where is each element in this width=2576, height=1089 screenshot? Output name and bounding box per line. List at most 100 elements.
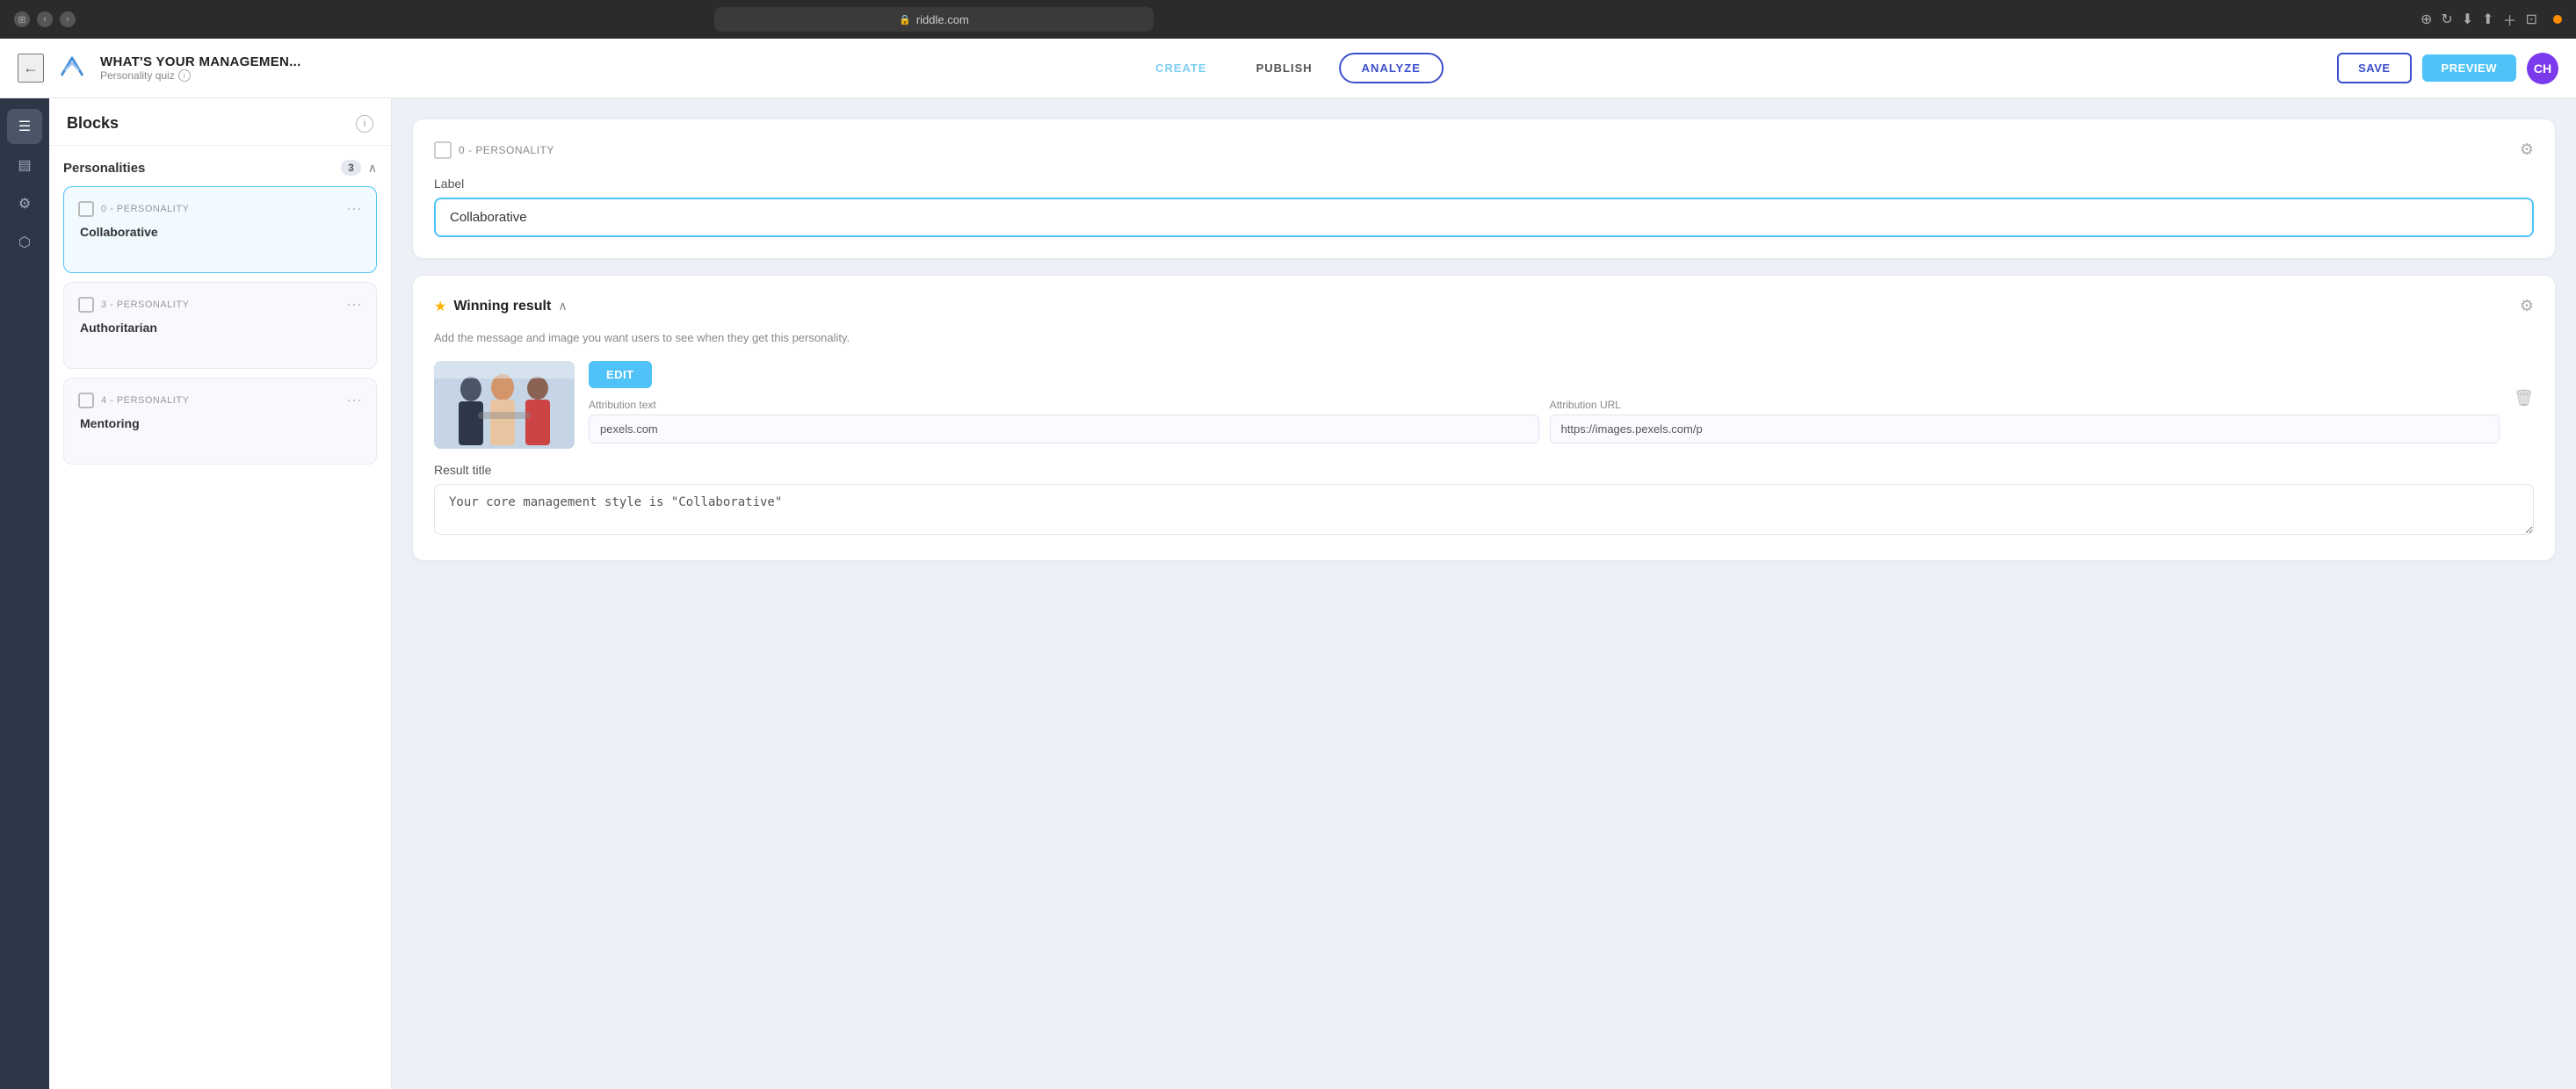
personality-card-mentoring[interactable]: 4 - PERSONALITY ··· Mentoring (63, 378, 377, 465)
back-btn[interactable]: ‹ (37, 11, 53, 27)
logo-icon (54, 51, 90, 86)
layers-icon: ▤ (18, 156, 31, 174)
card-name-mentoring: Mentoring (78, 416, 362, 430)
winning-result-title: Winning result (453, 299, 551, 314)
preview-button[interactable]: PREVIEW (2422, 54, 2516, 82)
analytics-icon: ⬡ (18, 234, 31, 251)
card-label-row-auth: 3 - PERSONALITY (78, 297, 189, 313)
card-block-tag: 0 - PERSONALITY (459, 144, 554, 156)
windows-icon[interactable]: ⊡ (2526, 11, 2537, 28)
forward-btn[interactable]: › (60, 11, 76, 27)
personality-card-authoritarian[interactable]: 3 - PERSONALITY ··· Authoritarian (63, 282, 377, 369)
personalities-count-badge: 3 (341, 160, 361, 176)
label-field-label: Label (434, 177, 2534, 191)
card-menu-collaborative[interactable]: ··· (346, 199, 362, 218)
sidebar-icons: ☰ ▤ ⚙ ⬡ (0, 98, 49, 1089)
settings-icon: ⚙ (18, 195, 31, 213)
result-image (434, 361, 575, 449)
chevron-up-icon: ∧ (368, 161, 377, 176)
wr-description: Add the message and image you want users… (434, 329, 2534, 347)
personality-card-collaborative[interactable]: 0 - PERSONALITY ··· Collaborative (63, 186, 377, 273)
attribution-url-field: Attribution URL (1550, 399, 2500, 444)
main-content: 0 - PERSONALITY ⚙ Label ★ Winning result… (392, 98, 2576, 1089)
nav-analyze-btn[interactable]: ANALYZE (1339, 53, 1444, 83)
sidebar-blocks-btn[interactable]: ☰ (7, 109, 42, 144)
card-menu-authoritarian[interactable]: ··· (346, 295, 362, 314)
project-info: WHAT'S YOUR MANAGEMEN... Personality qui… (100, 54, 301, 82)
header-right: SAVE PREVIEW CH (2337, 53, 2558, 84)
wr-chevron-icon[interactable]: ∧ (558, 299, 567, 314)
card-name-authoritarian: Authoritarian (78, 321, 362, 335)
card-menu-mentoring[interactable]: ··· (346, 391, 362, 409)
card-square-icon (78, 201, 94, 217)
header-left: ← WHAT'S YOUR MANAGEMEN... Personality q… (18, 51, 301, 86)
nav-publish-btn[interactable]: PUBLISH (1234, 53, 1335, 83)
card-header-collaborative: 0 - PERSONALITY ··· (78, 199, 362, 218)
project-subtitle: Personality quiz i (100, 69, 301, 82)
card-top-row: 0 - PERSONALITY ⚙ (434, 141, 2534, 159)
personalities-section: Personalities 3 ∧ 0 - PERSONALITY ··· Co… (49, 146, 391, 1089)
download-icon[interactable]: ⬇ (2462, 11, 2473, 28)
translate-icon[interactable]: ⊕ (2420, 11, 2432, 28)
card-type-label-collaborative: 0 - PERSONALITY (101, 204, 189, 214)
card-header-authoritarian: 3 - PERSONALITY ··· (78, 295, 362, 314)
personalities-section-header[interactable]: Personalities 3 ∧ (63, 160, 377, 176)
winning-result-settings-icon[interactable]: ⚙ (2520, 297, 2534, 315)
save-button[interactable]: SAVE (2337, 53, 2411, 83)
card-tag-row: 0 - PERSONALITY (434, 141, 554, 159)
personality-settings-icon[interactable]: ⚙ (2520, 141, 2534, 159)
sidebar-analytics-btn[interactable]: ⬡ (7, 225, 42, 260)
header-back-btn[interactable]: ← (18, 54, 44, 83)
main-layout: ☰ ▤ ⚙ ⬡ Blocks i Personalities 3 ∧ (0, 98, 2576, 1089)
nav-create-btn[interactable]: CREATE (1132, 53, 1229, 83)
url-bar[interactable]: 🔒 riddle.com (714, 7, 1154, 32)
info-icon[interactable]: i (178, 69, 191, 82)
image-controls: EDIT Attribution text Attribution URL (589, 361, 2500, 444)
card-header-mentoring: 4 - PERSONALITY ··· (78, 391, 362, 409)
attribution-text-label: Attribution text (589, 399, 1539, 411)
edit-image-button[interactable]: EDIT (589, 361, 652, 388)
star-icon: ★ (434, 298, 446, 315)
lock-icon: 🔒 (899, 14, 911, 25)
wr-left: ★ Winning result ∧ (434, 298, 568, 315)
blocks-info-icon[interactable]: i (356, 115, 373, 133)
avatar[interactable]: CH (2527, 53, 2558, 84)
project-title: WHAT'S YOUR MANAGEMEN... (100, 54, 301, 69)
winning-result-card: ★ Winning result ∧ ⚙ Add the message and… (413, 276, 2555, 560)
share-icon[interactable]: ⬆ (2482, 11, 2493, 28)
card-spacer-mentor (78, 430, 362, 451)
personalities-section-title: Personalities (63, 161, 145, 176)
image-row: EDIT Attribution text Attribution URL 🗑 (434, 361, 2534, 449)
result-title-input[interactable]: Your core management style is "Collabora… (434, 484, 2534, 535)
refresh-icon[interactable]: ↻ (2441, 11, 2452, 28)
blocks-header: Blocks i (49, 98, 391, 146)
winning-result-header: ★ Winning result ∧ ⚙ (434, 297, 2534, 315)
sidebar-layers-btn[interactable]: ▤ (7, 148, 42, 183)
delete-image-icon[interactable]: 🗑 (2514, 389, 2534, 407)
new-tab-icon[interactable]: ＋ (2503, 9, 2517, 30)
sidebar-toggle-btn[interactable]: ⊞ (14, 11, 30, 27)
result-image-svg (434, 361, 575, 449)
result-title-label: Result title (434, 463, 2534, 477)
card-name-collaborative: Collaborative (78, 225, 362, 239)
attribution-text-input[interactable] (589, 415, 1539, 444)
card-type-label-authoritarian: 3 - PERSONALITY (101, 299, 189, 310)
card-square-icon-auth (78, 297, 94, 313)
url-text: riddle.com (916, 13, 969, 26)
label-input[interactable] (434, 198, 2534, 237)
personality-block-card: 0 - PERSONALITY ⚙ Label (413, 119, 2555, 258)
sidebar-settings-btn[interactable]: ⚙ (7, 186, 42, 221)
card-label-row-mentor: 4 - PERSONALITY (78, 393, 189, 408)
blocks-icon: ☰ (18, 118, 31, 135)
subtitle-text: Personality quiz (100, 69, 175, 82)
card-type-label-mentoring: 4 - PERSONALITY (101, 395, 189, 406)
notification-dot (2553, 15, 2562, 24)
blocks-panel: Blocks i Personalities 3 ∧ 0 - PERSONALI… (49, 98, 392, 1089)
attribution-url-input[interactable] (1550, 415, 2500, 444)
blocks-title: Blocks (67, 114, 119, 133)
card-spacer (78, 239, 362, 260)
card-label-row: 0 - PERSONALITY (78, 201, 189, 217)
attribution-url-label: Attribution URL (1550, 399, 2500, 411)
browser-controls: ⊞ ‹ › (14, 11, 76, 27)
browser-chrome: ⊞ ‹ › 🔒 riddle.com ⊕ ↻ ⬇ ⬆ ＋ ⊡ (0, 0, 2576, 39)
